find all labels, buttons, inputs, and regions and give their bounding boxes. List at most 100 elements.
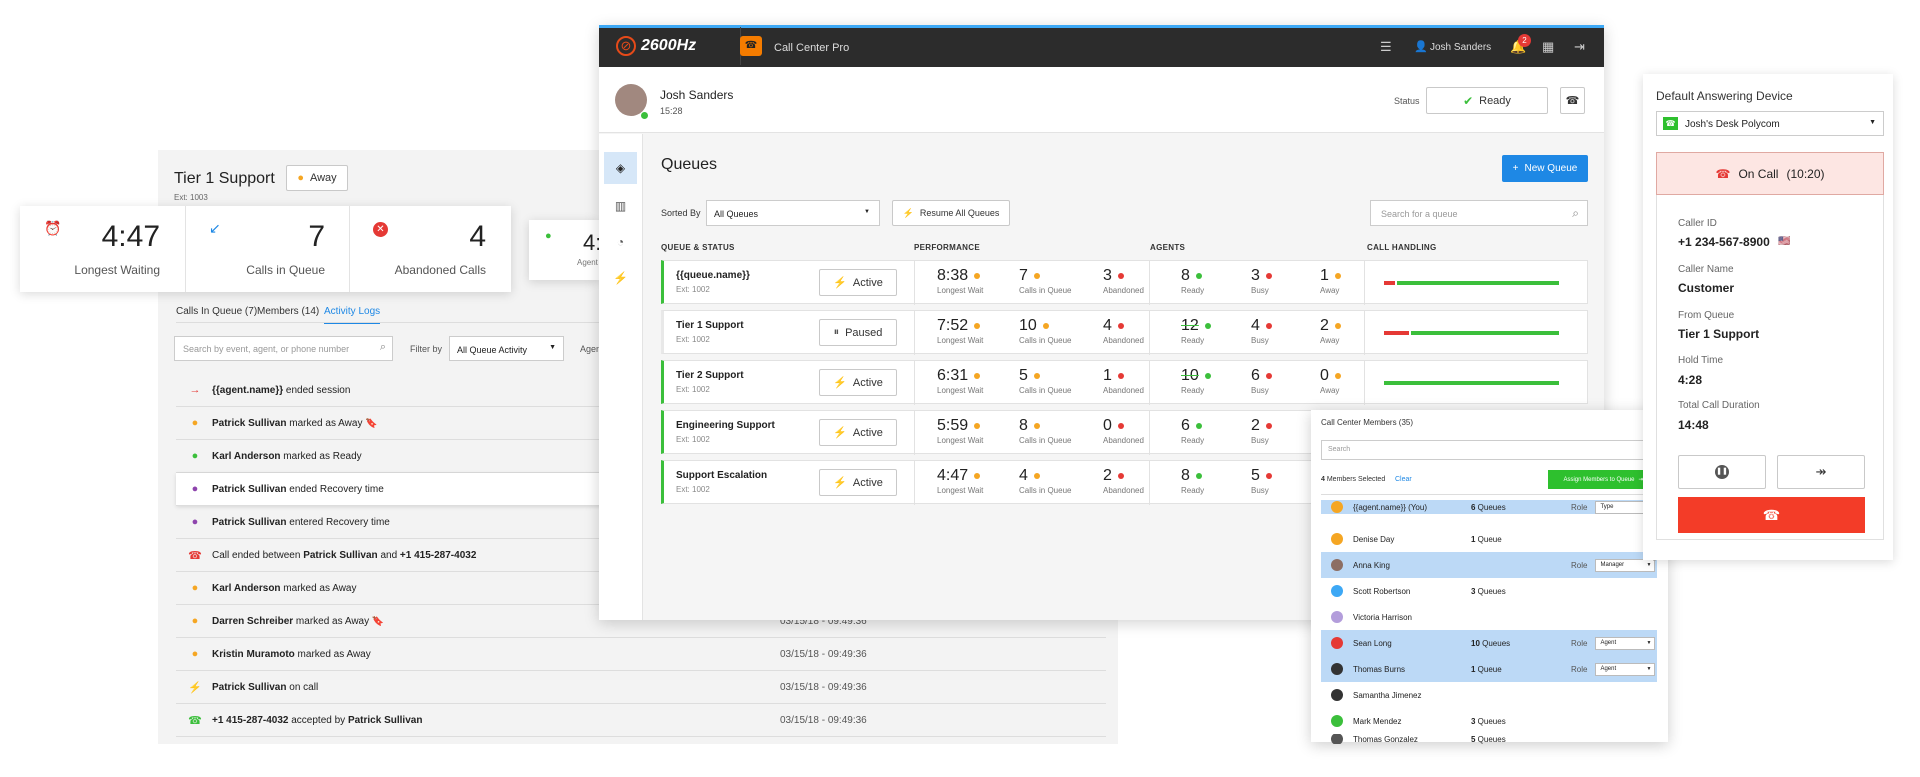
us-flag-icon: 🇺🇸 — [1778, 236, 1791, 247]
metric-aband: 3 Abandoned — [1103, 267, 1144, 295]
member-row[interactable]: Mark Mendez 3 Queues — [1321, 708, 1657, 734]
filter-list-icon[interactable]: ☰ — [1380, 39, 1392, 55]
search-icon: ⌕ — [1572, 206, 1579, 220]
queue-name: Tier 2 Support — [676, 370, 744, 381]
queue-status-toggle[interactable]: ⚡ Active — [819, 369, 897, 396]
log-event-icon: ● — [191, 582, 199, 594]
queue-ext: Ext: 1002 — [676, 385, 710, 394]
metric-busy: 5 Busy — [1251, 467, 1272, 495]
pause-icon: ❚❚ — [1715, 465, 1729, 479]
member-row[interactable]: Thomas Burns 1 Queue Role Agent ▼ — [1321, 656, 1657, 682]
hang-up-button[interactable]: ☎ — [1678, 497, 1865, 533]
role-select[interactable]: Agent ▼ — [1595, 636, 1656, 650]
log-event-icon: ● — [191, 516, 199, 528]
queue-status-toggle[interactable]: ⚡ Active — [819, 469, 897, 496]
caret-down-icon: ▼ — [1869, 119, 1876, 126]
queue-search-input[interactable]: Search for a queue ⌕ — [1370, 200, 1588, 226]
member-row[interactable]: Samantha Jimenez — [1321, 682, 1657, 708]
member-name: Thomas Burns — [1353, 664, 1406, 674]
queue-row[interactable]: Tier 2 Support Ext: 1002 ⚡ Active 6:31 Longes… — [661, 360, 1588, 405]
metric-ready: 8 Ready — [1181, 267, 1205, 295]
lightning-icon: ⚡ — [833, 377, 847, 389]
check-circle-icon: ✔ — [1463, 93, 1474, 108]
log-event-icon: ● — [191, 648, 199, 660]
metric-calls: 4 Calls in Queue — [1019, 467, 1072, 495]
members-search-input[interactable]: Search ⌕ — [1321, 440, 1658, 460]
handled-bar — [1396, 281, 1559, 285]
from-queue: Tier 1 Support — [1678, 327, 1760, 341]
resume-all-queues-button[interactable]: ⚡ Resume All Queues — [892, 200, 1010, 226]
queue-status-toggle[interactable]: ⚡ Active — [819, 419, 897, 446]
caret-down-icon: ▼ — [864, 209, 870, 215]
tab-members[interactable]: Members (14) — [257, 306, 319, 317]
pause-circle-icon: ⏸ — [833, 326, 840, 338]
log-event-icon: ● — [191, 483, 199, 495]
metric-wait: 7:52 Longest Wait — [937, 317, 984, 345]
log-text: Patrick Sullivan on call — [212, 681, 319, 693]
status-dot — [1334, 372, 1341, 379]
pie-chart-icon[interactable]: ◔ — [604, 226, 637, 258]
sort-select[interactable]: All Queues ▼ — [706, 200, 880, 226]
queue-row[interactable]: Engineering Support Ext: 1002 ⚡ Active 5:59 L… — [661, 410, 1318, 455]
role-select[interactable]: Manager ▼ — [1595, 558, 1656, 572]
metric-wait: 8:38 Longest Wait — [937, 267, 984, 295]
lightning-icon: ⚡ — [902, 207, 914, 218]
search-icon: ⌕ — [379, 341, 386, 353]
log-row: ● Kristin Muramoto marked as Away 03/15/18… — [176, 638, 1106, 671]
activity-filter-select[interactable]: All Queue Activity ▼ — [449, 336, 564, 361]
metric-busy: 4 Busy — [1251, 317, 1272, 345]
status-dot — [1265, 272, 1272, 279]
avatar — [1331, 637, 1343, 649]
member-row[interactable]: Scott Robertson 3 Queues — [1321, 578, 1657, 604]
member-row[interactable]: {{agent.name}} (You)6 QueuesRoleType▼ — [1321, 500, 1657, 514]
app-icon[interactable]: ☎ — [740, 36, 762, 56]
phone-button[interactable]: ☎ — [1560, 87, 1585, 114]
status-dot — [1117, 272, 1124, 279]
bar-chart-icon[interactable]: ▥ — [604, 190, 637, 222]
queue-status-toggle[interactable]: ⏸ Paused — [819, 319, 897, 346]
log-event-icon: ● — [191, 615, 199, 627]
metric-aband: 2 Abandoned — [1103, 467, 1144, 495]
status-dot — [1265, 372, 1272, 379]
status-dot — [1117, 472, 1124, 479]
device-select[interactable]: ☎ Josh's Desk Polycom ▼ — [1656, 111, 1884, 136]
caret-down-icon: ▼ — [1646, 665, 1652, 672]
tab-calls-in-queue[interactable]: Calls In Queue (7) — [176, 306, 257, 317]
clear-selection-link[interactable]: Clear — [1395, 476, 1412, 483]
role-select[interactable]: Agent ▼ — [1595, 662, 1656, 676]
avatar — [1331, 715, 1343, 727]
queue-row[interactable]: Tier 1 Support Ext: 1002 ⏸ Paused 7:52 Longes… — [661, 310, 1588, 355]
queue-row[interactable]: {{queue.name}} Ext: 1002 ⚡ Active 8:38 Longes… — [661, 260, 1588, 305]
queue-status-toggle[interactable]: ⚡ Active — [819, 269, 897, 296]
member-row[interactable]: Sean Long 10 Queues Role Agent ▼ — [1321, 630, 1657, 656]
new-queue-button[interactable]: + New Queue — [1502, 155, 1588, 182]
queue-name: Engineering Support — [676, 420, 775, 431]
logout-icon[interactable]: ⇥ — [1574, 39, 1585, 55]
metric-ready: 10 Ready — [1181, 367, 1211, 395]
hold-button[interactable]: ❚❚ — [1678, 455, 1766, 489]
top-user-name[interactable]: Josh Sanders — [1430, 42, 1491, 53]
queue-row[interactable]: Support Escalation Ext: 1002 ⚡ Active 4:47 Lo… — [661, 460, 1318, 505]
lightning-icon[interactable]: ⚡ — [604, 262, 637, 294]
plus-icon: + — [1512, 163, 1519, 174]
agent-status-select[interactable]: ✔ Ready — [1426, 87, 1548, 114]
status-dot — [1195, 422, 1202, 429]
member-row[interactable]: Denise Day 1 Queue — [1321, 526, 1657, 552]
apps-grid-icon[interactable]: ▦ — [1542, 39, 1554, 55]
status-away-button[interactable]: ● Away — [286, 165, 348, 191]
agent-timer: 15:28 — [660, 106, 683, 116]
metric-wait: 5:59 Longest Wait — [937, 417, 984, 445]
desk-phone-icon: ☎ — [1663, 117, 1678, 130]
queue-name: Support Escalation — [676, 470, 768, 481]
lightning-icon: ⚡ — [833, 477, 847, 489]
metric-wait: 4:47 Longest Wait — [937, 467, 984, 495]
activity-search-input[interactable]: Search by event, agent, or phone number … — [174, 336, 393, 361]
transfer-button[interactable]: ↠ — [1777, 455, 1865, 489]
layers-icon[interactable]: ◈ — [604, 152, 637, 184]
member-row[interactable]: Victoria Harrison — [1321, 604, 1657, 630]
handled-bar — [1410, 331, 1559, 335]
member-row[interactable]: Thomas Gonzalez 5 Queues — [1321, 734, 1657, 744]
abandoned-bar — [1384, 331, 1409, 335]
member-row[interactable]: Anna King Role Manager ▼ — [1321, 552, 1657, 578]
log-event-icon: ● — [191, 450, 199, 462]
